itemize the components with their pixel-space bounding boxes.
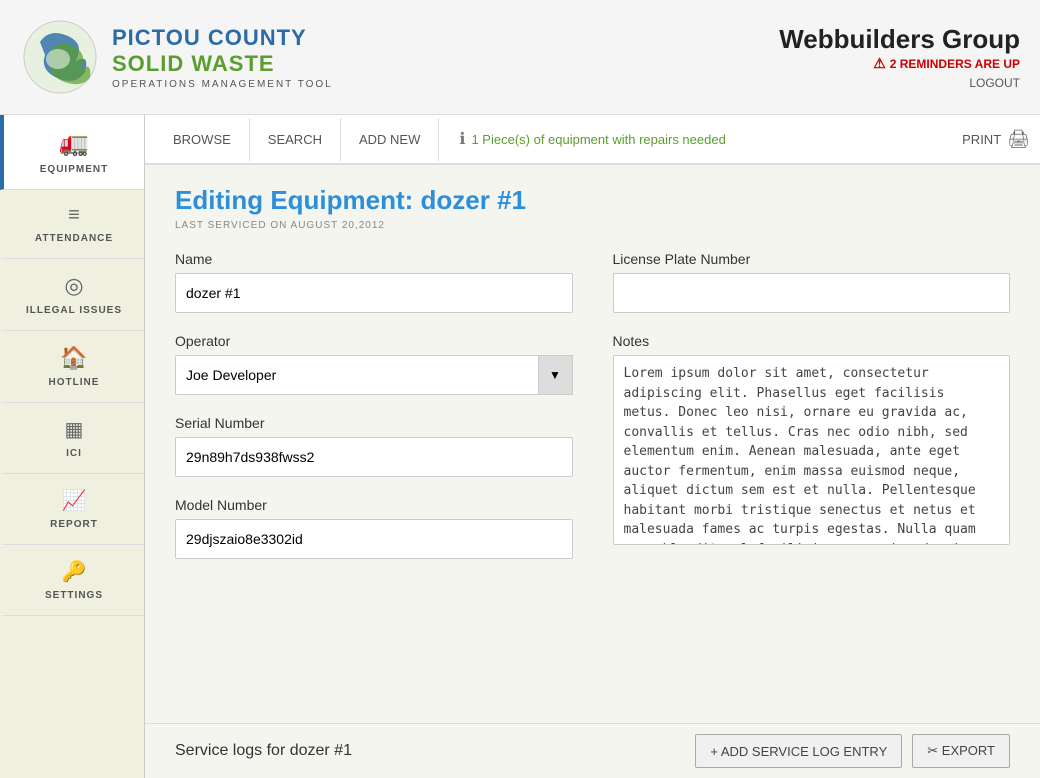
- sidebar: 🚛 EQUIPMENT ≡ ATTENDANCE ◎ ILLEGAL ISSUE…: [0, 115, 145, 778]
- tab-alert: ℹ 1 Piece(s) of equipment with repairs n…: [459, 129, 962, 149]
- warning-icon: ⚠: [873, 55, 886, 72]
- info-icon: ℹ: [459, 129, 465, 149]
- alert-text: 1 Piece(s) of equipment with repairs nee…: [471, 132, 725, 147]
- illegal-issues-icon: ◎: [64, 273, 83, 299]
- sidebar-item-ici[interactable]: ▦ ICI: [0, 403, 144, 474]
- content-area: BROWSE SEARCH ADD NEW ℹ 1 Piece(s) of eq…: [145, 115, 1040, 778]
- tab-bar: BROWSE SEARCH ADD NEW ℹ 1 Piece(s) of eq…: [145, 115, 1040, 165]
- sidebar-item-report[interactable]: 📈 REPORT: [0, 474, 144, 545]
- ici-icon: ▦: [65, 417, 84, 442]
- logo-area: PICTOU COUNTY SOLID WASTE OPERATIONS MAN…: [20, 17, 333, 97]
- header-right: Webbuilders Group ⚠ 2 REMINDERS ARE UP L…: [779, 24, 1020, 90]
- export-button[interactable]: ✂ EXPORT: [912, 734, 1010, 768]
- license-group: License Plate Number: [613, 251, 1011, 313]
- form-grid: Name License Plate Number Operator Joe D…: [175, 251, 1010, 559]
- print-icon: 🖨: [1007, 129, 1030, 150]
- header: PICTOU COUNTY SOLID WASTE OPERATIONS MAN…: [0, 0, 1040, 115]
- sidebar-label-equipment: EQUIPMENT: [40, 164, 108, 175]
- form-title: Editing Equipment: dozer #1: [175, 185, 1010, 216]
- service-logs-title: Service logs for dozer #1: [175, 742, 352, 760]
- logo-icon: [20, 17, 100, 97]
- name-input[interactable]: [175, 273, 573, 313]
- sidebar-item-hotline[interactable]: 🏠 HOTLINE: [0, 331, 144, 403]
- sidebar-label-attendance: ATTENDANCE: [35, 233, 113, 244]
- serial-group: Serial Number: [175, 415, 573, 477]
- tab-search[interactable]: SEARCH: [250, 118, 341, 161]
- sidebar-label-settings: SETTINGS: [45, 590, 103, 601]
- tab-add-new[interactable]: ADD NEW: [341, 118, 439, 161]
- sidebar-label-report: REPORT: [50, 519, 98, 530]
- serial-label: Serial Number: [175, 415, 573, 431]
- print-label: PRINT: [962, 132, 1001, 147]
- company-name: Webbuilders Group: [779, 24, 1020, 55]
- notes-textarea[interactable]: Lorem ipsum dolor sit amet, consectetur …: [613, 355, 1011, 545]
- logo-text: PICTOU COUNTY SOLID WASTE OPERATIONS MAN…: [112, 25, 333, 90]
- add-service-log-button[interactable]: + ADD SERVICE LOG ENTRY: [695, 734, 902, 768]
- service-logs-buttons: + ADD SERVICE LOG ENTRY ✂ EXPORT: [695, 734, 1010, 768]
- sidebar-item-illegal-issues[interactable]: ◎ ILLEGAL ISSUES: [0, 259, 144, 331]
- model-label: Model Number: [175, 497, 573, 513]
- sidebar-item-attendance[interactable]: ≡ ATTENDANCE: [0, 190, 144, 259]
- license-label: License Plate Number: [613, 251, 1011, 267]
- form-area: Editing Equipment: dozer #1 LAST SERVICE…: [145, 165, 1040, 723]
- logo-line1: PICTOU COUNTY: [112, 25, 333, 51]
- notes-group: Notes Lorem ipsum dolor sit amet, consec…: [613, 333, 1011, 559]
- settings-icon: 🔑: [62, 559, 87, 584]
- model-group: Model Number: [175, 497, 573, 559]
- sidebar-label-illegal-issues: ILLEGAL ISSUES: [26, 305, 122, 316]
- notes-label: Notes: [613, 333, 1011, 349]
- sidebar-label-hotline: HOTLINE: [49, 377, 100, 388]
- logo-subtitle: OPERATIONS MANAGEMENT TOOL: [112, 79, 333, 90]
- operator-label: Operator: [175, 333, 573, 349]
- main-layout: 🚛 EQUIPMENT ≡ ATTENDANCE ◎ ILLEGAL ISSUE…: [0, 115, 1040, 778]
- equipment-icon: 🚛: [59, 129, 89, 158]
- form-subtitle: LAST SERVICED ON AUGUST 20,2012: [175, 220, 1010, 231]
- sidebar-item-equipment[interactable]: 🚛 EQUIPMENT: [0, 115, 144, 190]
- tab-browse[interactable]: BROWSE: [155, 118, 250, 161]
- chevron-down-icon[interactable]: ▼: [538, 355, 573, 395]
- report-icon: 📈: [62, 488, 87, 513]
- hotline-icon: 🏠: [60, 345, 87, 371]
- sidebar-item-settings[interactable]: 🔑 SETTINGS: [0, 545, 144, 616]
- print-button[interactable]: PRINT 🖨: [962, 129, 1030, 150]
- model-input[interactable]: [175, 519, 573, 559]
- service-logs-bar: Service logs for dozer #1 + ADD SERVICE …: [145, 723, 1040, 778]
- serial-input[interactable]: [175, 437, 573, 477]
- operator-group: Operator Joe Developer ▼: [175, 333, 573, 395]
- reminders-bar[interactable]: ⚠ 2 REMINDERS ARE UP: [779, 55, 1020, 72]
- logo-line2: SOLID WASTE: [112, 51, 333, 77]
- name-label: Name: [175, 251, 573, 267]
- sidebar-label-ici: ICI: [66, 448, 82, 459]
- operator-select[interactable]: Joe Developer: [175, 355, 573, 395]
- license-input[interactable]: [613, 273, 1011, 313]
- attendance-icon: ≡: [68, 204, 80, 227]
- name-group: Name: [175, 251, 573, 313]
- logout-button[interactable]: LOGOUT: [779, 76, 1020, 90]
- operator-select-wrapper: Joe Developer ▼: [175, 355, 573, 395]
- reminders-text: 2 REMINDERS ARE UP: [890, 57, 1020, 71]
